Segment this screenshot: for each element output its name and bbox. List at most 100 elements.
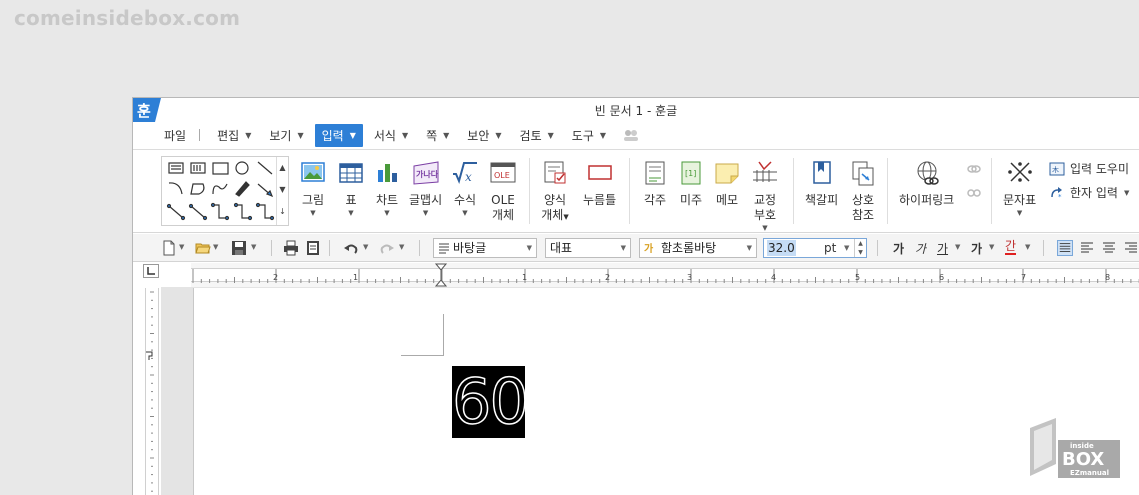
font-size-input[interactable]: 32.0 pt ▼ ▲ ▼ <box>763 238 867 258</box>
insert-hyperlink-button[interactable]: 하이퍼링크 <box>899 160 954 208</box>
menu-file[interactable]: 파일 <box>157 124 193 147</box>
insert-form-object-button[interactable]: 양식 개체▼ <box>541 160 569 225</box>
insert-wordart-button[interactable]: 가나다 글맵시 ▼ <box>409 160 442 218</box>
insert-memo-button[interactable]: 메모 <box>713 160 741 208</box>
inserted-number-image[interactable]: 60 <box>451 365 529 439</box>
hanja-input-button[interactable]: * 한자 입력 ▼ <box>1049 184 1129 201</box>
users-icon[interactable] <box>623 129 639 141</box>
undo-icon[interactable] <box>343 240 359 256</box>
memo-icon <box>715 163 739 184</box>
menu-page[interactable]: 쪽 ▼ <box>419 124 456 147</box>
scroll-down-icon[interactable]: ▼ <box>277 179 288 201</box>
menu-view[interactable]: 보기 ▼ <box>262 124 310 147</box>
unlink-icon[interactable] <box>967 186 981 200</box>
chevron-down-icon: ▼ <box>245 130 252 140</box>
redo-icon[interactable] <box>379 240 395 256</box>
style-icon <box>439 243 449 254</box>
chevron-down-icon[interactable]: ▼ <box>363 243 368 251</box>
bold-button[interactable]: 가 <box>893 240 904 257</box>
ribbon-divider <box>629 158 630 224</box>
keyboard-icon: 木 <box>1049 162 1065 175</box>
print-icon[interactable] <box>283 240 299 256</box>
align-right-icon[interactable] <box>1123 240 1139 256</box>
insert-ole-object-button[interactable]: OLE OLE 개체 <box>489 160 517 223</box>
menu-insert[interactable]: 입력 ▼ <box>314 123 363 147</box>
ruler-label: 1 <box>353 273 358 282</box>
insidebox-logo: inside BOX EZmanual <box>1030 418 1120 478</box>
gallery-expand-icon[interactable]: ↓ <box>277 201 288 223</box>
ribbon-divider <box>793 158 794 224</box>
gallery-scrollbar[interactable]: ▲ ▼ ↓ <box>276 157 288 225</box>
align-center-icon[interactable] <box>1101 240 1117 256</box>
open-folder-icon[interactable] <box>195 240 211 256</box>
svg-text:木: 木 <box>1052 165 1059 174</box>
insert-table-button[interactable]: 표 ▼ <box>337 160 365 218</box>
chevron-down-icon: ▼ <box>1016 209 1023 217</box>
italic-button[interactable]: 가 <box>915 240 926 257</box>
scroll-up-icon[interactable]: ▲ <box>277 157 288 179</box>
shape-gallery-icons[interactable] <box>166 160 278 224</box>
vertical-ruler-scale <box>146 291 154 492</box>
chevron-down-icon[interactable]: ▼ <box>179 243 184 251</box>
insert-picture-button[interactable]: 그림 ▼ <box>299 160 327 218</box>
underline-button[interactable]: 가 <box>937 240 948 257</box>
insert-footnote-button[interactable]: 각주 <box>641 160 669 208</box>
chevron-down-icon[interactable]: ▼ <box>844 239 849 257</box>
ribbon-divider <box>529 158 530 224</box>
font-icon: 가 <box>644 242 654 255</box>
insert-symbol-button[interactable]: 문자표 ▼ <box>1003 160 1036 218</box>
chevron-down-icon: ▼ <box>384 209 390 217</box>
ruler-label: 8 <box>1105 273 1110 282</box>
align-justify-icon[interactable] <box>1057 240 1073 256</box>
hwp-window: 훈 빈 문서 1 - 훈글 파일 편집 ▼ 보기 ▼ 입력 ▼ 서식 ▼ 쪽 ▼ 보안 ▼ … <box>132 97 1139 495</box>
font-size-spinner[interactable]: ▲ ▼ <box>854 239 866 257</box>
insert-field-button[interactable]: 누름틀 <box>583 160 616 208</box>
new-document-icon[interactable] <box>161 240 177 256</box>
input-helper-button[interactable]: 木 입력 도우미 <box>1049 160 1129 177</box>
font-select[interactable]: 가 함초롬바탕 ▼ <box>639 238 757 258</box>
font-color-button[interactable]: 간 <box>1005 240 1017 255</box>
svg-text:[1]: [1] <box>685 169 696 178</box>
menu-format[interactable]: 서식 ▼ <box>367 124 415 147</box>
insert-bookmark-button[interactable]: 책갈피 <box>805 160 838 208</box>
menu-edit[interactable]: 편집 ▼ <box>210 124 258 147</box>
ruler-label: 2 <box>273 273 278 282</box>
ribbon-divider <box>991 158 992 224</box>
chevron-down-icon[interactable]: ▼ <box>955 243 960 251</box>
shape-gallery: ▲ ▼ ↓ <box>161 156 289 226</box>
ruler-label: 4 <box>771 273 776 282</box>
vertical-ruler[interactable] <box>145 288 159 495</box>
ruler-label: 7 <box>1021 273 1026 282</box>
language-select[interactable]: 대표 ▼ <box>545 238 631 258</box>
align-left-icon[interactable] <box>1079 240 1095 256</box>
formula-icon: x <box>453 162 477 185</box>
save-icon[interactable] <box>231 240 247 256</box>
svg-text:BOX: BOX <box>1062 449 1104 470</box>
paragraph-style-select[interactable]: 바탕글 ▼ <box>433 238 537 258</box>
chevron-down-icon: ▼ <box>310 209 316 217</box>
menu-tools[interactable]: 도구 ▼ <box>565 124 613 147</box>
menu-security[interactable]: 보안 ▼ <box>460 124 508 147</box>
strikethrough-button[interactable]: 가 <box>971 240 982 257</box>
insert-chart-button[interactable]: 차트 ▼ <box>373 160 401 218</box>
insert-formula-button[interactable]: x 수식 ▼ <box>451 160 479 218</box>
print-preview-icon[interactable] <box>305 240 321 256</box>
chevron-down-icon: ▼ <box>297 130 304 140</box>
chevron-down-icon[interactable]: ▼ <box>251 243 256 251</box>
horizontal-ruler[interactable]: 2 1 1 2 3 4 5 6 7 8 <box>191 263 1139 287</box>
chevron-down-icon[interactable]: ▼ <box>399 243 404 251</box>
insert-endnote-button[interactable]: [1] 미주 <box>677 160 705 208</box>
document-page[interactable] <box>193 288 1139 495</box>
indent-marker-icon[interactable] <box>435 263 447 287</box>
menu-review[interactable]: 검토 ▼ <box>513 124 561 147</box>
insert-crossref-button[interactable]: 상호 참조 <box>849 160 877 223</box>
chevron-down-icon[interactable]: ▼ <box>213 243 218 251</box>
chevron-down-icon[interactable]: ▼ <box>989 243 994 251</box>
insert-proofmark-button[interactable]: 교정 부호 ▼ <box>751 160 779 233</box>
form-icon <box>544 161 566 184</box>
chevron-down-icon[interactable]: ▼ <box>1025 243 1030 251</box>
symbol-icon <box>1007 162 1032 182</box>
link-icon[interactable] <box>967 162 981 176</box>
ruler-tab-selector[interactable] <box>143 264 159 278</box>
chevron-down-icon: ▼ <box>526 244 532 252</box>
